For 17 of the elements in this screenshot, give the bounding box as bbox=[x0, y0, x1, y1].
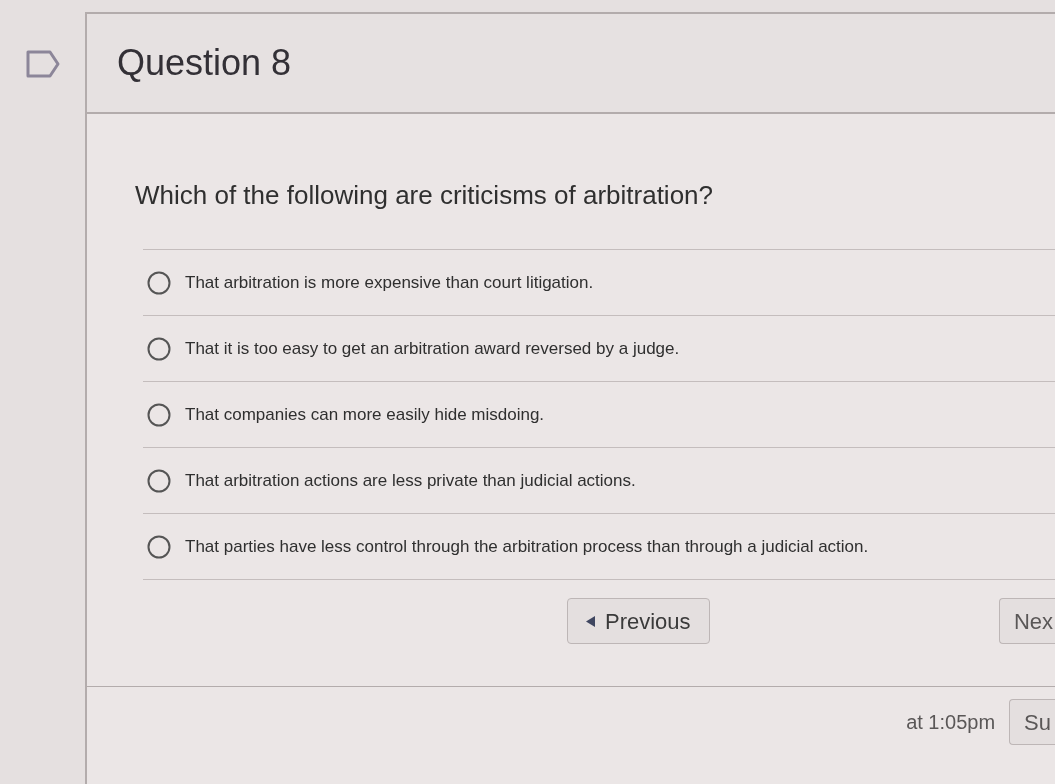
submit-button[interactable]: Su bbox=[1009, 699, 1055, 745]
question-title: Question 8 bbox=[117, 41, 292, 85]
saved-time-text: at 1:05pm bbox=[906, 710, 996, 735]
next-button[interactable]: Nex bbox=[998, 598, 1055, 644]
radio-button[interactable] bbox=[147, 402, 171, 427]
radio-button[interactable] bbox=[147, 270, 171, 295]
answer-option-text: That arbitration is more expensive than court litigation. bbox=[185, 271, 594, 294]
answer-option-text: That arbitration actions are less private than judicial actions. bbox=[185, 469, 636, 492]
answer-option-text: That it is too easy to get an arbitration award reversed by a judge. bbox=[185, 337, 680, 360]
caret-left-icon bbox=[586, 615, 595, 627]
question-text: Which of the following are criticisms of arbitration? bbox=[135, 179, 714, 212]
answer-option-text: That companies can more easily hide misdoing. bbox=[185, 403, 545, 426]
radio-button[interactable] bbox=[147, 336, 171, 361]
previous-button[interactable]: Previous bbox=[567, 598, 710, 644]
radio-button[interactable] bbox=[147, 534, 171, 559]
radio-button[interactable] bbox=[147, 468, 171, 493]
answer-option-text: That parties have less control through the arbitration process than through a judicial action. bbox=[185, 535, 869, 558]
